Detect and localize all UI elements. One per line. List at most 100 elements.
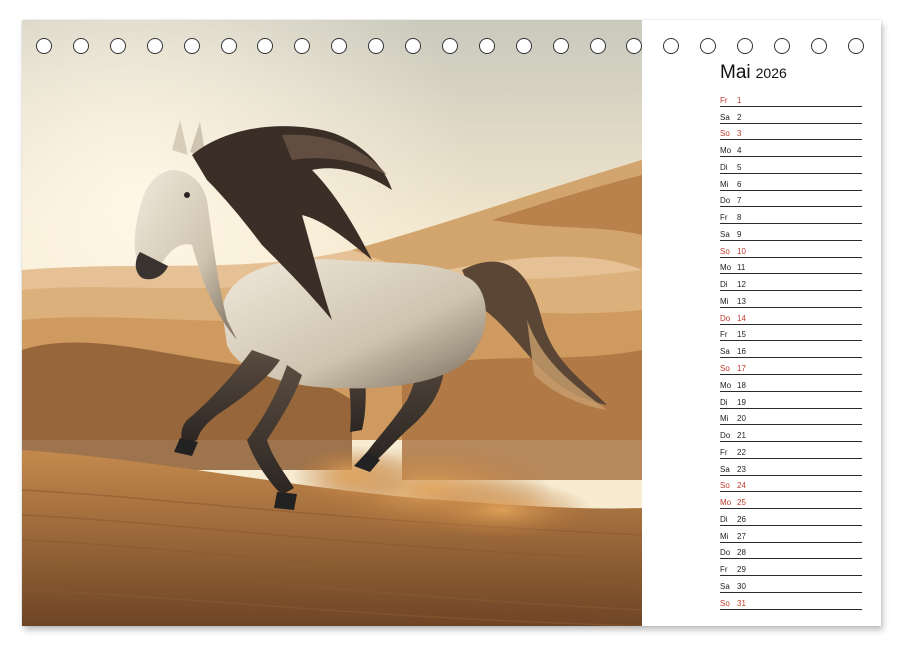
weekday-label: Mo xyxy=(720,263,732,273)
day-number: 16 xyxy=(737,347,746,357)
weekday-label: Fr xyxy=(720,447,728,457)
day-number: 18 xyxy=(737,380,746,390)
weekday-label: So xyxy=(720,364,730,374)
binding-ring xyxy=(368,38,385,54)
day-number: 30 xyxy=(737,581,746,591)
binding-ring xyxy=(810,38,827,54)
day-number: 7 xyxy=(737,196,742,206)
weekday-label: So xyxy=(720,481,730,491)
binding-ring xyxy=(109,38,126,54)
weekday-label: Fr xyxy=(720,213,728,223)
binding-ring xyxy=(257,38,274,54)
calendar-day-row: Mo 25 xyxy=(720,492,862,510)
day-number: 27 xyxy=(737,531,746,541)
calendar-day-row: Fr 15 xyxy=(720,325,862,342)
day-number: 24 xyxy=(737,481,746,491)
binding-ring xyxy=(146,38,163,54)
weekday-label: Mo xyxy=(720,498,732,508)
weekday-label: So xyxy=(720,598,730,608)
day-number: 17 xyxy=(737,364,746,374)
binding-ring xyxy=(663,38,680,54)
calendar-day-row: Mo 18 xyxy=(720,375,862,392)
weekday-label: Di xyxy=(720,280,728,290)
binding-ring xyxy=(331,38,348,54)
day-number: 13 xyxy=(737,296,746,306)
calendar-day-row: Sa 23 xyxy=(720,459,862,476)
calendar-day-row: So 31 xyxy=(720,593,862,610)
binding-ring xyxy=(183,38,200,54)
weekday-label: Di xyxy=(720,162,728,172)
weekday-label: Di xyxy=(720,397,728,407)
calendar-day-row: Do 21 xyxy=(720,425,862,443)
weekday-label: Mo xyxy=(720,380,732,390)
horse-illustration xyxy=(22,20,642,626)
day-number: 5 xyxy=(737,162,742,172)
weekday-label: Fr xyxy=(720,565,728,575)
binding-ring xyxy=(552,38,569,54)
day-number: 28 xyxy=(737,548,746,558)
weekday-label: Sa xyxy=(720,112,730,122)
day-number: 22 xyxy=(737,447,746,457)
binding-ring xyxy=(515,38,532,54)
calendar-day-row: Mo 11 xyxy=(720,258,862,275)
weekday-label: Mi xyxy=(720,531,729,541)
weekday-label: Sa xyxy=(720,464,730,474)
calendar-day-row: Di 12 xyxy=(720,274,862,292)
weekday-label: Sa xyxy=(720,581,730,591)
calendar-day-row: Fr 22 xyxy=(720,442,862,459)
binding-ring xyxy=(626,38,643,54)
weekday-label: Fr xyxy=(720,95,728,105)
day-number: 9 xyxy=(737,229,742,239)
day-number: 26 xyxy=(737,514,746,524)
calendar-day-row: Mi 13 xyxy=(720,291,862,308)
day-number: 15 xyxy=(737,330,746,340)
day-number: 2 xyxy=(737,112,742,122)
calendar-day-row: Mi 20 xyxy=(720,409,862,426)
calendar-panel: Mai 2026 Fr 1 Sa 2 So 3 Mo 4 Di 5 Mi 6 Do 7 Fr 8 Sa 9 So 10… xyxy=(720,62,862,610)
weekday-label: Mi xyxy=(720,179,729,189)
weekday-label: Do xyxy=(720,548,731,558)
calendar-day-row: Mi 27 xyxy=(720,526,862,543)
binding-ring xyxy=(774,38,790,54)
binding-ring xyxy=(478,38,495,54)
day-number: 14 xyxy=(737,313,746,323)
day-number: 19 xyxy=(737,397,746,407)
calendar-day-row: So 3 xyxy=(720,124,862,141)
calendar-header: Mai 2026 xyxy=(720,62,862,92)
weekday-label: Mi xyxy=(720,414,729,424)
calendar-day-row: Di 19 xyxy=(720,392,862,409)
day-number: 8 xyxy=(737,213,742,223)
calendar-day-row: Do 7 xyxy=(720,191,862,208)
calendar-day-row: Di 26 xyxy=(720,509,862,526)
day-number: 29 xyxy=(737,565,746,575)
weekday-label: Do xyxy=(720,196,731,206)
binding-ring xyxy=(72,38,89,54)
binding-ring xyxy=(847,38,864,54)
binding-ring xyxy=(700,38,717,54)
calendar-day-row: Di 5 xyxy=(720,157,862,174)
calendar-day-row: Do 14 xyxy=(720,308,862,325)
weekday-label: Sa xyxy=(720,229,730,239)
calendar-day-row: So 24 xyxy=(720,476,862,493)
weekday-label: Fr xyxy=(720,330,728,340)
weekday-label: Do xyxy=(720,431,731,441)
day-number: 20 xyxy=(737,414,746,424)
binding-rings xyxy=(36,38,866,58)
binding-ring xyxy=(36,38,52,54)
binding-ring xyxy=(589,38,606,54)
weekday-label: Di xyxy=(720,514,728,524)
horse-photo xyxy=(22,20,642,626)
day-number: 4 xyxy=(737,146,742,156)
weekday-label: So xyxy=(720,129,730,139)
calendar-day-row: Fr 29 xyxy=(720,559,862,577)
day-number: 12 xyxy=(737,280,746,290)
year-label: 2026 xyxy=(755,65,787,81)
day-list: Fr 1 Sa 2 So 3 Mo 4 Di 5 Mi 6 Do 7 Fr 8 Sa 9 So 10 Mo 11 Di 12 M… xyxy=(720,90,862,610)
month-label: Mai xyxy=(720,62,751,83)
weekday-label: Sa xyxy=(720,347,730,357)
day-number: 21 xyxy=(737,431,746,441)
calendar-day-row: So 10 xyxy=(720,241,862,258)
calendar-day-row: Sa 16 xyxy=(720,341,862,359)
calendar-day-row: Fr 1 xyxy=(720,90,862,107)
calendar-day-row: Mi 6 xyxy=(720,174,862,191)
